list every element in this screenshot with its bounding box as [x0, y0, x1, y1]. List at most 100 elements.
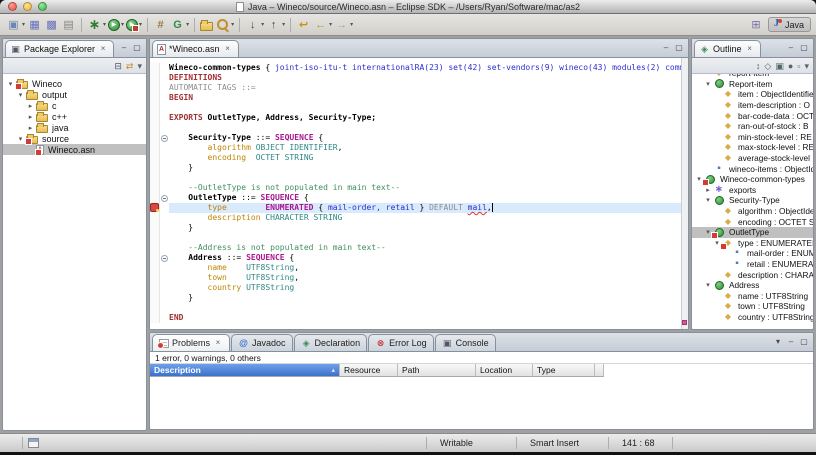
dropdown-arrow-icon[interactable]: ▾ [350, 21, 353, 28]
dropdown-arrow-icon[interactable]: ▾ [22, 21, 25, 28]
tab-wineco-asn-editor[interactable]: *Wineco.asn [152, 40, 239, 57]
dropdown-arrow-icon[interactable]: ▾ [139, 21, 142, 28]
column-header-resource[interactable]: Resource [340, 364, 398, 377]
code-line-4[interactable]: BEGIN [150, 93, 688, 103]
tree-item-wineco-items-objectid[interactable]: wineco-items : ObjectId [692, 163, 813, 174]
code-line-3[interactable]: AUTOMATIC TAGS ::= [150, 83, 688, 93]
tree-item-java[interactable]: ▸java [3, 122, 146, 133]
tree-item-output[interactable]: ▾output [3, 89, 146, 100]
next-annotation-button[interactable]: ▾ [244, 16, 265, 34]
tree-item-min-stock-level-re[interactable]: min-stock-level : RE [692, 132, 813, 143]
dropdown-arrow-icon[interactable]: ▾ [186, 21, 189, 28]
column-header-path[interactable]: Path [398, 364, 476, 377]
minimize-icon[interactable] [786, 337, 796, 347]
dropdown-arrow-icon[interactable]: ▾ [282, 21, 285, 28]
code-line-25[interactable] [150, 303, 688, 313]
code-line-22[interactable]: town UTF8String, [150, 273, 688, 283]
new-wizard-button[interactable]: ▾ [5, 16, 26, 34]
hide-local-types-icon[interactable]: ▫ [797, 59, 800, 73]
save-button[interactable] [26, 16, 43, 34]
tree-item-bar-code-data-oct[interactable]: bar-code-data : OCT [692, 110, 813, 121]
prev-annotation-button[interactable]: ▾ [265, 16, 286, 34]
tab-error-log[interactable]: Error Log [368, 334, 434, 351]
minimize-window-button[interactable] [23, 2, 32, 11]
collapse-arrow-icon[interactable]: ▾ [16, 91, 25, 99]
minimize-icon[interactable] [119, 43, 129, 53]
expand-arrow-icon[interactable]: ▸ [26, 102, 35, 110]
tree-item-retail-enumerat[interactable]: retail : ENUMERAT [692, 259, 813, 270]
column-header-description[interactable]: Description▴ [150, 364, 340, 377]
close-icon[interactable] [98, 44, 108, 54]
zoom-window-button[interactable] [38, 2, 47, 11]
tree-item-mail-order-enum[interactable]: mail-order : ENUM [692, 248, 813, 259]
view-menu-icon[interactable] [773, 337, 783, 347]
fold-collapse-icon[interactable] [161, 255, 168, 262]
new-package-button[interactable] [152, 16, 169, 34]
code-line-8[interactable]: Security-Type ::= SEQUENCE { [150, 133, 688, 143]
collapse-arrow-icon[interactable]: ▾ [6, 80, 15, 88]
code-line-11[interactable]: } [150, 163, 688, 173]
tree-item-source[interactable]: ▾source [3, 133, 146, 144]
code-line-10[interactable]: encoding OCTET STRING [150, 153, 688, 163]
code-line-24[interactable]: } [150, 293, 688, 303]
tree-item-item-objectidentifie[interactable]: item : ObjectIdentifie [692, 89, 813, 100]
java-perspective-button[interactable]: Java [768, 17, 811, 32]
code-line-19[interactable]: --Address is not populated in main text-… [150, 243, 688, 253]
code-line-16[interactable]: description CHARACTER STRING [150, 213, 688, 223]
back-button[interactable]: ▾ [312, 16, 333, 34]
code-line-13[interactable]: --OutletType is not populated in main te… [150, 183, 688, 193]
tab-javadoc[interactable]: Javadoc [231, 334, 293, 351]
tree-item-c[interactable]: ▸c [3, 100, 146, 111]
tree-item-c[interactable]: ▸c++ [3, 111, 146, 122]
tree-item-ran-out-of-stock-b[interactable]: ran-out-of-stock : B [692, 121, 813, 132]
close-icon[interactable] [213, 338, 223, 348]
hide-non-public-icon[interactable]: ● [788, 59, 793, 73]
minimize-icon[interactable] [661, 43, 671, 53]
open-task-button[interactable] [199, 16, 214, 34]
tab-console[interactable]: Console [435, 334, 496, 351]
run-button[interactable]: ▾ [107, 16, 125, 34]
dropdown-arrow-icon[interactable]: ▾ [121, 21, 124, 28]
tree-item-max-stock-level-re[interactable]: max-stock-level : RE [692, 142, 813, 153]
tab-declaration[interactable]: Declaration [294, 334, 368, 351]
tab-problems[interactable]: Problems [152, 334, 230, 351]
column-header-location[interactable]: Location [476, 364, 533, 377]
collapse-all-icon[interactable]: ⊟ [114, 59, 122, 73]
open-perspective-icon[interactable] [749, 18, 763, 31]
external-tools-button[interactable]: ▾ [125, 16, 143, 34]
maximize-icon[interactable] [132, 43, 142, 53]
code-line-7[interactable] [150, 123, 688, 133]
expand-arrow-icon[interactable]: ▸ [26, 124, 35, 132]
collapse-arrow-icon[interactable]: ▾ [16, 135, 25, 143]
code-line-6[interactable]: EXPORTS OutletType, Address, Security-Ty… [150, 113, 688, 123]
close-window-button[interactable] [8, 2, 17, 11]
tree-item-country-utf8string[interactable]: country : UTF8String [692, 312, 813, 323]
fold-collapse-icon[interactable] [161, 135, 168, 142]
tree-item-name-utf8string[interactable]: name : UTF8String [692, 290, 813, 301]
column-header-type[interactable]: Type [533, 364, 595, 377]
maximize-icon[interactable] [799, 43, 809, 53]
code-editor[interactable]: Wineco-common-types { joint-iso-itu-t in… [150, 58, 688, 329]
tree-item-security-type[interactable]: ▾Security-Type [692, 195, 813, 206]
maximize-icon[interactable] [799, 337, 809, 347]
sort-icon[interactable]: ↕ [756, 59, 761, 73]
tree-item-exports[interactable]: ▸exports [692, 185, 813, 196]
link-with-editor-icon[interactable]: ⇄ [126, 59, 134, 73]
code-line-17[interactable]: } [150, 223, 688, 233]
dropdown-arrow-icon[interactable]: ▾ [329, 21, 332, 28]
fold-collapse-icon[interactable] [161, 195, 168, 202]
search-button[interactable]: ▾ [214, 16, 235, 34]
new-class-button[interactable]: ▾ [169, 16, 190, 34]
save-all-button[interactable] [43, 16, 60, 34]
expand-arrow-icon[interactable]: ▸ [704, 186, 712, 194]
view-menu-icon[interactable]: ▾ [804, 59, 809, 73]
code-line-14[interactable]: OutletType ::= SEQUENCE { [150, 193, 688, 203]
tree-item-average-stock-level[interactable]: average-stock-level [692, 153, 813, 164]
fast-view-icon[interactable] [28, 438, 39, 448]
collapse-arrow-icon[interactable]: ▾ [704, 196, 712, 204]
collapse-arrow-icon[interactable]: ▾ [704, 281, 712, 289]
code-line-18[interactable] [150, 233, 688, 243]
tree-item-encoding-octet-st[interactable]: encoding : OCTET ST [692, 216, 813, 227]
overview-ruler[interactable] [681, 58, 688, 329]
tree-item-wineco-common-types[interactable]: ▾Wineco-common-types [692, 174, 813, 185]
